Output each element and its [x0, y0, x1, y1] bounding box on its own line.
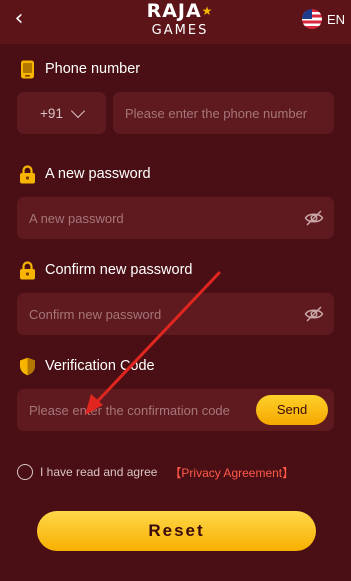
annotation-arrow	[85, 271, 221, 415]
verification-placeholder: Please enter the confirmation code	[29, 402, 230, 418]
phone-label: Phone number	[45, 61, 141, 77]
agreement-radio[interactable]	[17, 464, 33, 480]
logo: RAJA★ GAMES	[130, 0, 230, 44]
phone-icon	[18, 60, 37, 79]
new-password-placeholder: A new password	[29, 210, 124, 226]
agreement-row: I have read and agree 【Privacy Agreement…	[17, 462, 294, 482]
shield-icon	[18, 357, 37, 376]
phone-label-row: Phone number	[18, 58, 140, 80]
lock-icon	[18, 260, 37, 280]
verification-label: Verification Code	[45, 358, 155, 374]
chevron-left-icon: ‹	[14, 6, 24, 31]
language-label: EN	[326, 11, 345, 27]
country-code-value: +91	[40, 105, 63, 121]
confirm-password-label-row: Confirm new password	[18, 259, 192, 281]
star-icon: ★	[201, 4, 214, 18]
chevron-down-icon	[70, 103, 86, 118]
logo-text-bottom: GAMES	[151, 23, 209, 38]
privacy-agreement-link[interactable]: 【Privacy Agreement】	[169, 464, 294, 481]
phone-input[interactable]: Please enter the phone number	[113, 92, 334, 134]
eye-off-icon[interactable]	[304, 208, 324, 228]
new-password-input[interactable]: A new password	[17, 197, 334, 239]
lock-icon	[18, 164, 37, 184]
eye-off-icon[interactable]	[304, 304, 324, 324]
country-code-select[interactable]: +91	[17, 92, 106, 134]
agreement-text: I have read and agree	[40, 465, 158, 479]
reset-button[interactable]: Reset	[37, 511, 316, 551]
verification-label-row: Verification Code	[18, 355, 155, 377]
back-button[interactable]: ‹	[8, 6, 30, 32]
language-selector[interactable]: EN	[301, 8, 345, 30]
phone-placeholder: Please enter the phone number	[125, 105, 308, 121]
confirm-password-input[interactable]: Confirm new password	[17, 293, 334, 335]
us-flag-icon	[301, 9, 322, 29]
confirm-password-label: Confirm new password	[45, 262, 193, 278]
verification-input[interactable]: Please enter the confirmation code Send	[17, 389, 334, 431]
new-password-label: A new password	[45, 166, 151, 182]
logo-text-top: RAJA	[146, 0, 202, 22]
send-code-button[interactable]: Send	[256, 395, 328, 425]
confirm-password-placeholder: Confirm new password	[29, 306, 162, 322]
top-bar: ‹ RAJA★ GAMES EN	[0, 0, 351, 44]
new-password-label-row: A new password	[18, 163, 151, 185]
